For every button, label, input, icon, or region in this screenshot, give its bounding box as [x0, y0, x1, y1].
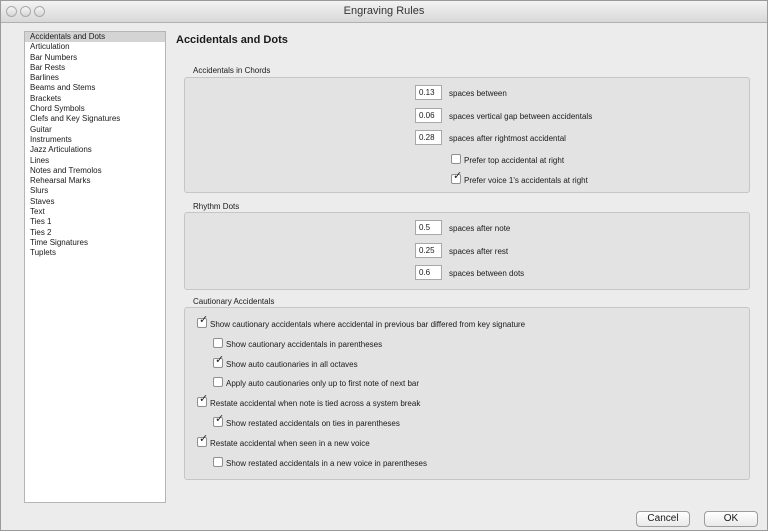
sidebar-item-beams-and-stems[interactable]: Beams and Stems	[25, 83, 165, 93]
sidebar-item-clefs-and-key-signatures[interactable]: Clefs and Key Signatures	[25, 114, 165, 124]
title-bar: Engraving Rules	[1, 1, 767, 23]
spaces-after-rest-label: spaces after rest	[449, 247, 509, 256]
auto-cautionaries-first-note-checkbox[interactable]	[213, 377, 223, 387]
restated-new-voice-parentheses-checkbox[interactable]	[213, 457, 223, 467]
engraving-rules-window: Engraving Rules Accidentals and Dots Art…	[0, 0, 768, 531]
restated-on-ties-parentheses-checkbox[interactable]: ✓	[213, 413, 225, 427]
prefer-top-accidental-label: Prefer top accidental at right	[464, 156, 565, 165]
prefer-voice-1-accidentals-checkbox[interactable]: ✓	[451, 170, 463, 184]
sidebar-item-guitar[interactable]: Guitar	[25, 125, 165, 135]
vertical-gap-input[interactable]: 0.06	[415, 108, 442, 123]
sidebar-item-jazz-articulations[interactable]: Jazz Articulations	[25, 145, 165, 155]
spaces-after-rest-input[interactable]: 0.25	[415, 243, 442, 258]
checkmark-icon: ✓	[199, 393, 209, 405]
sidebar-item-brackets[interactable]: Brackets	[25, 94, 165, 104]
sidebar-item-rehearsal-marks[interactable]: Rehearsal Marks	[25, 176, 165, 186]
sidebar-item-staves[interactable]: Staves	[25, 197, 165, 207]
checkmark-icon: ✓	[453, 170, 463, 182]
restate-tied-across-system-break-label: Restate accidental when note is tied acr…	[210, 399, 421, 408]
spaces-after-note-label: spaces after note	[449, 224, 511, 233]
ok-button[interactable]: OK	[704, 511, 758, 527]
checkmark-icon: ✓	[199, 433, 209, 445]
cancel-button[interactable]: Cancel	[636, 511, 690, 527]
sidebar-item-articulation[interactable]: Articulation	[25, 42, 165, 52]
sidebar-item-accidentals-and-dots[interactable]: Accidentals and Dots	[25, 32, 165, 43]
vertical-gap-label: spaces vertical gap between accidentals	[449, 112, 593, 121]
restated-on-ties-parentheses-label: Show restated accidentals on ties in par…	[226, 419, 400, 428]
sidebar-item-bar-numbers[interactable]: Bar Numbers	[25, 53, 165, 63]
after-rightmost-accidental-label: spaces after rightmost accidental	[449, 134, 566, 143]
show-cautionary-accidentals-label: Show cautionary accidentals where accide…	[210, 320, 526, 329]
spaces-between-dots-input[interactable]: 0.6	[415, 265, 442, 280]
checkmark-icon: ✓	[199, 314, 209, 326]
restate-new-voice-label: Restate accidental when seen in a new vo…	[210, 439, 370, 448]
accidentals-in-chords-label: Accidentals in Chords	[193, 66, 271, 75]
sidebar-item-slurs[interactable]: Slurs	[25, 186, 165, 196]
spaces-between-input[interactable]: 0.13	[415, 85, 442, 100]
restate-tied-across-system-break-checkbox[interactable]: ✓	[197, 393, 209, 407]
checkmark-icon: ✓	[215, 354, 225, 366]
sidebar-item-ties-1[interactable]: Ties 1	[25, 217, 165, 227]
restate-new-voice-checkbox[interactable]: ✓	[197, 433, 209, 447]
spaces-after-note-input[interactable]: 0.5	[415, 220, 442, 235]
after-rightmost-accidental-input[interactable]: 0.28	[415, 130, 442, 145]
cautionary-accidentals-group	[184, 307, 750, 480]
cautionary-in-parentheses-label: Show cautionary accidentals in parenthes…	[226, 340, 383, 349]
spaces-between-label: spaces between	[449, 89, 507, 98]
page-title: Accidentals and Dots	[176, 34, 288, 46]
cautionary-accidentals-label: Cautionary Accidentals	[193, 297, 275, 306]
checkmark-icon: ✓	[215, 413, 225, 425]
sidebar-item-barlines[interactable]: Barlines	[25, 73, 165, 83]
sidebar-item-chord-symbols[interactable]: Chord Symbols	[25, 104, 165, 114]
sidebar-item-ties-2[interactable]: Ties 2	[25, 228, 165, 238]
window-title: Engraving Rules	[343, 5, 425, 17]
auto-cautionaries-all-octaves-checkbox[interactable]: ✓	[213, 354, 225, 368]
sidebar-item-text[interactable]: Text	[25, 207, 165, 217]
rules-category-list[interactable]: Accidentals and Dots Articulation Bar Nu…	[24, 31, 166, 503]
sidebar-item-instruments[interactable]: Instruments	[25, 135, 165, 145]
sidebar-item-lines[interactable]: Lines	[25, 156, 165, 166]
sidebar-item-tuplets[interactable]: Tuplets	[25, 248, 165, 258]
auto-cautionaries-all-octaves-label: Show auto cautionaries in all octaves	[226, 360, 358, 369]
show-cautionary-accidentals-checkbox[interactable]: ✓	[197, 314, 209, 328]
rhythm-dots-label: Rhythm Dots	[193, 202, 240, 211]
prefer-voice-1-accidentals-label: Prefer voice 1's accidentals at right	[464, 176, 588, 185]
sidebar-item-bar-rests[interactable]: Bar Rests	[25, 63, 165, 73]
cautionary-in-parentheses-checkbox[interactable]	[213, 338, 223, 348]
sidebar-item-time-signatures[interactable]: Time Signatures	[25, 238, 165, 248]
restated-new-voice-parentheses-label: Show restated accidentals in a new voice…	[226, 459, 428, 468]
prefer-top-accidental-checkbox[interactable]	[451, 154, 461, 164]
spaces-between-dots-label: spaces between dots	[449, 269, 525, 278]
auto-cautionaries-first-note-label: Apply auto cautionaries only up to first…	[226, 379, 420, 388]
sidebar-item-notes-and-tremolos[interactable]: Notes and Tremolos	[25, 166, 165, 176]
